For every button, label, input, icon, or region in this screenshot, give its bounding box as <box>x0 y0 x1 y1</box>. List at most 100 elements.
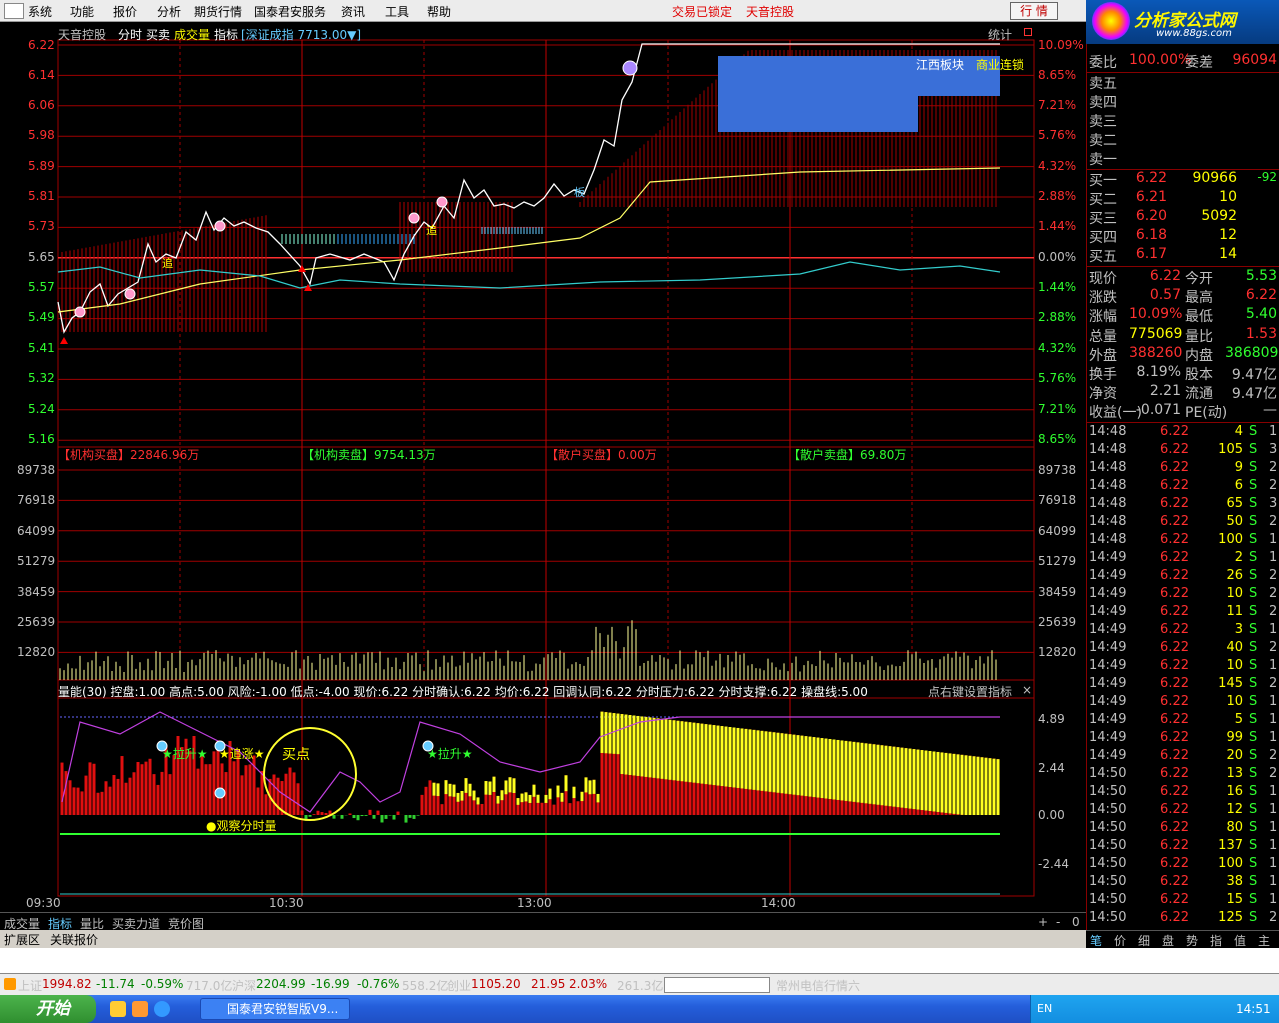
buy-marker <box>60 337 68 344</box>
language-indicator[interactable]: EN <box>1037 1002 1052 1015</box>
menu-quote[interactable]: 报价 <box>113 3 137 20</box>
start-button[interactable]: 开始 <box>0 995 96 1023</box>
quicklaunch-icon[interactable] <box>132 1001 148 1017</box>
taskbar-window-item[interactable]: 国泰君安锐智版V9... <box>200 998 350 1020</box>
quote-sidebar: 委比 100.00% 委差 96094 卖五 卖四 卖三 卖二 卖一 买一 6.… <box>1086 44 1279 930</box>
volume-label: 89738 <box>1038 463 1077 477</box>
time-label: 09:30 <box>26 896 61 910</box>
tick-row: 14:50 6.22 100 S 1 <box>1089 856 1278 871</box>
pct-label: 7.21% <box>1038 98 1077 112</box>
limit-marker: 板 <box>574 186 585 199</box>
blue-block <box>718 96 918 132</box>
tab-price[interactable]: 价 <box>1114 932 1126 949</box>
intraday-chart[interactable]: 天音控股 分时 买卖 成交量 指标 [深证成指 7713.00▼] 统计 6.2… <box>0 22 1086 912</box>
reset-button[interactable]: 0 <box>1072 915 1080 929</box>
zoom-out-button[interactable]: - <box>1056 915 1060 929</box>
price-label: 5.24 <box>28 402 55 416</box>
tab-extension[interactable]: 扩展区 <box>4 931 40 948</box>
tab-detail[interactable]: 细 <box>1138 932 1150 949</box>
volume-label: 38459 <box>1038 585 1077 599</box>
server-name[interactable]: 常州电信行情六 <box>776 977 860 994</box>
tick-row: 14:50 6.22 38 S 1 <box>1089 874 1278 889</box>
tick-row: 14:49 6.22 3 S 1 <box>1089 622 1278 637</box>
buy-level-4[interactable]: 买四 6.18 12 <box>1089 227 1279 246</box>
buy-level-1[interactable]: 买一 6.22 90966 -92 <box>1089 170 1279 189</box>
tab-indicator[interactable]: 指标 <box>214 26 238 43</box>
stat-row: 涨幅 10.09% 最低 5.40 <box>1089 306 1277 326</box>
tick-row: 14:50 6.22 16 S 1 <box>1089 784 1278 799</box>
index-cy-pct: 2.03% <box>569 977 608 991</box>
tab-index[interactable]: 指 <box>1210 932 1222 949</box>
windows-taskbar: 开始 国泰君安锐智版V9... EN 14:51 <box>0 995 1279 1023</box>
tab-main[interactable]: 主 <box>1258 932 1270 949</box>
volume-label: 76918 <box>1038 493 1077 507</box>
tick-row: 14:50 6.22 80 S 1 <box>1089 820 1278 835</box>
zoom-in-button[interactable]: + <box>1038 915 1048 929</box>
tick-row: 14:48 6.22 100 S 1 <box>1089 532 1278 547</box>
volume-label: 12820 <box>1038 645 1077 659</box>
market-breadth-icon[interactable] <box>664 977 770 993</box>
stat-row: 收益(一) -0.071 PE(动) — <box>1089 402 1277 422</box>
market-index-bar: 上证 1994.82 -11.74 -0.59% 717.0亿 沪深 2204.… <box>0 973 1279 995</box>
current-stock-name: 天音控股 <box>746 5 795 19</box>
index-hs-value: 2204.99 <box>256 977 306 991</box>
menu-tools[interactable]: 工具 <box>385 3 409 20</box>
buy-level-3[interactable]: 买三 6.20 5092 <box>1089 208 1279 227</box>
index-quote[interactable]: [深证成指 7713.00▼] <box>241 26 361 43</box>
sidebar-tabs: 笔 价 细 盘 势 指 值 主 <box>1086 930 1279 948</box>
menu-help[interactable]: 帮助 <box>427 3 451 20</box>
buy-level-5[interactable]: 买五 6.17 14 <box>1089 246 1279 265</box>
menu-analysis[interactable]: 分析 <box>157 3 181 20</box>
menu-gtja-service[interactable]: 国泰君安服务 <box>254 3 326 20</box>
tab-related-quotes[interactable]: 关联报价 <box>50 931 98 948</box>
stat-row: 净资 2.21 流通 9.47亿 <box>1089 383 1277 403</box>
stats-button[interactable]: 统计 <box>988 26 1012 43</box>
tick-row: 14:49 6.22 20 S 2 <box>1089 748 1278 763</box>
concept-label[interactable]: 商业连锁 <box>976 56 1024 73</box>
tick-row: 14:49 6.22 10 S 2 <box>1089 586 1278 601</box>
trade-lock-status: 交易已锁定 <box>672 5 733 19</box>
volume-label: 64099 <box>1038 524 1077 538</box>
menu-system[interactable]: 系统 <box>28 3 52 20</box>
pull-up-signal-2: ★拉升★ <box>427 747 473 761</box>
app-icon[interactable] <box>4 3 24 19</box>
tab-book[interactable]: 盘 <box>1162 932 1174 949</box>
price-label: 5.98 <box>28 128 55 142</box>
tab-trades[interactable]: 笔 <box>1090 932 1102 949</box>
tick-row: 14:50 6.22 15 S 1 <box>1089 892 1278 907</box>
quicklaunch-icon[interactable] <box>110 1001 126 1017</box>
menu-news[interactable]: 资讯 <box>341 3 365 20</box>
tick-row: 14:48 6.22 105 S 3 <box>1089 442 1278 457</box>
flow-inst-sell: 【机构卖盘】9754.13万 <box>302 448 436 462</box>
tab-value[interactable]: 值 <box>1234 932 1246 949</box>
indicator-label: 4.89 <box>1038 712 1065 726</box>
sector-label[interactable]: 江西板块 <box>916 56 964 73</box>
index-sh-change: -11.74 <box>96 977 135 991</box>
quote-button[interactable]: 行 情 <box>1010 2 1058 20</box>
tab-timeshare[interactable]: 分时 <box>118 26 142 43</box>
signal-dot <box>124 288 136 300</box>
buy-level-2[interactable]: 买二 6.21 10 <box>1089 189 1279 208</box>
tab-volume[interactable]: 成交量 <box>174 26 210 43</box>
average-price-line <box>57 167 1001 313</box>
tab-trend[interactable]: 势 <box>1186 932 1198 949</box>
buy-point-label: 买点 <box>282 747 310 763</box>
clock: 14:51 <box>1236 1002 1271 1016</box>
tick-row: 14:48 6.22 9 S 2 <box>1089 460 1278 475</box>
close-panel-icon[interactable] <box>1024 28 1032 36</box>
alert-icon[interactable] <box>4 978 16 990</box>
menu-futures[interactable]: 期货行情 <box>194 3 242 20</box>
close-indicator-icon[interactable]: × <box>1022 683 1032 697</box>
sell-level-5: 卖五 <box>1089 76 1117 92</box>
chase-signal: ★追涨★ <box>219 747 265 761</box>
tab-buysell[interactable]: 买卖 <box>146 26 170 43</box>
index-cy-amount: 261.3亿 <box>617 979 664 993</box>
indicator-settings-hint[interactable]: 点右键设置指标 <box>928 683 1012 700</box>
menu-function[interactable]: 功能 <box>70 3 94 20</box>
quicklaunch-icon[interactable] <box>154 1001 170 1017</box>
stat-row: 换手 8.19% 股本 9.47亿 <box>1089 364 1277 383</box>
logo-url: www.88gs.com <box>1156 28 1232 39</box>
index-hs-amount: 558.2亿 <box>402 979 449 993</box>
time-label: 13:00 <box>517 896 552 910</box>
time-label: 14:00 <box>761 896 796 910</box>
